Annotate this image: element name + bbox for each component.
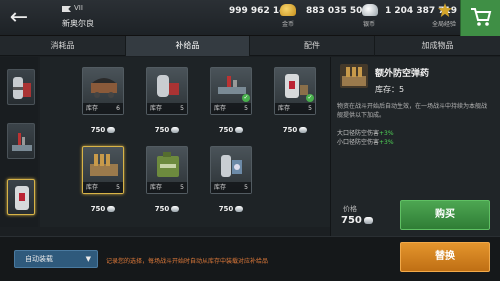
jerrycan-icon [157,152,179,177]
gold-label: 金币 [282,21,295,28]
item-price: 750 [146,205,188,213]
equipped-slot-3[interactable] [7,179,35,215]
item-title: 额外防空弹药 [375,69,430,79]
stock-count: 5 [244,184,248,191]
stock-count: 5 [308,105,312,112]
stock-count: 5 [116,184,120,191]
item-stock: 库存：5 [375,85,405,94]
stock-label: 库存 [86,105,99,112]
price-label: 价格 [343,205,357,213]
ship-repair-icon [12,133,32,151]
ship-name: 新奥尔良 [62,19,94,28]
tab-bar: 消耗品 补给品 配件 加成物品 [0,36,500,56]
item-price: 750 [210,126,252,134]
aa-ammo-crate-icon [90,154,118,176]
back-arrow-icon[interactable]: ← [4,4,34,32]
ship-tier: VII [74,4,83,12]
coal-cart-icon [91,78,117,98]
stock-count: 5 [180,184,184,191]
supply-item-repair-ship[interactable]: ✓ 库存 5 [210,67,252,115]
chevron-down-icon: ▼ [85,255,91,263]
silver-coin-icon [107,206,116,212]
silver-coin-icon [107,127,116,133]
equipped-check-icon: ✓ [242,94,250,102]
gold-coin-icon [280,4,296,16]
equipped-slots-column [0,57,38,227]
stock-count: 5 [180,105,184,112]
supply-item-aa-ammo[interactable]: 库存 5 [82,146,124,194]
stock-label: 库存 [214,184,227,191]
stock-label: 库存 [214,105,227,112]
supply-item-fuel-barrel[interactable]: ✓ 库存 5 [274,67,316,115]
effect-large-caliber: 大口径防空伤害+3% [337,130,394,137]
xp-label: 全局经验 [432,21,457,28]
item-price: 750 [274,126,316,134]
stock-label: 库存 [86,184,99,191]
item-price: 750 [82,126,124,134]
stock-label: 库存 [150,184,163,191]
equipped-slot-2[interactable] [7,123,35,159]
supply-item-jerrycan[interactable]: 库存 5 [146,146,188,194]
silver-label: 银币 [363,21,376,28]
silver-coin-icon [171,127,180,133]
item-description: 物资在战斗开始后自动生效，在一场战斗中持续为本舰战舰提供以下加成。 [337,103,488,119]
tab-supplies[interactable]: 补给品 [125,36,250,56]
auto-load-note: 记录您的选择，每场战斗开始时自动从库存中装载对应补给品 [106,258,269,265]
silver-coin-icon [235,206,244,212]
supply-item-coal-cart[interactable]: 库存 6 [82,67,124,115]
silver-coin-icon [299,127,308,133]
item-price-value: 750 [341,215,362,226]
item-price: 750 [210,205,252,213]
shopping-cart-icon [471,8,492,26]
silver-amount: 883 035 504 [306,6,369,16]
equipped-slot-1[interactable] [7,69,35,105]
tab-upgrades[interactable]: 配件 [250,36,375,56]
supply-item-canister[interactable]: 库存 5 [146,67,188,115]
replace-button[interactable]: 替换 [400,242,490,272]
stock-count: 6 [116,105,120,112]
supplies-grid: 库存 6 库存 5 ✓ 库存 5 ✓ 库存 5 750 750 750 750 库存 5 … [40,57,330,227]
silver-coin-icon [171,206,180,212]
silver-coin-icon [235,127,244,133]
silver-coin-icon [362,4,378,16]
stock-label: 库存 [278,105,291,112]
supply-canister-icon [13,77,31,99]
aa-ammo-crate-icon [340,64,368,88]
tab-boosters[interactable]: 加成物品 [375,36,500,56]
equipped-check-icon: ✓ [306,94,314,102]
stock-label: 库存 [150,105,163,112]
supply-item-extinguisher[interactable]: 库存 5 [210,146,252,194]
tab-consumables[interactable]: 消耗品 [0,36,125,56]
stock-count: 5 [244,105,248,112]
auto-load-dropdown[interactable]: 自动装载 ▼ [14,250,98,268]
extinguisher-icon [221,155,242,177]
fuel-barrel-icon [15,186,29,210]
effect-small-caliber: 小口径防空伤害+3% [337,139,394,146]
supply-canister-icon [157,75,179,97]
shop-button[interactable] [460,0,500,36]
item-price: 750 [82,205,124,213]
item-price: 750 [146,126,188,134]
silver-coin-icon [364,217,373,224]
buy-button[interactable]: 购买 [400,200,490,230]
